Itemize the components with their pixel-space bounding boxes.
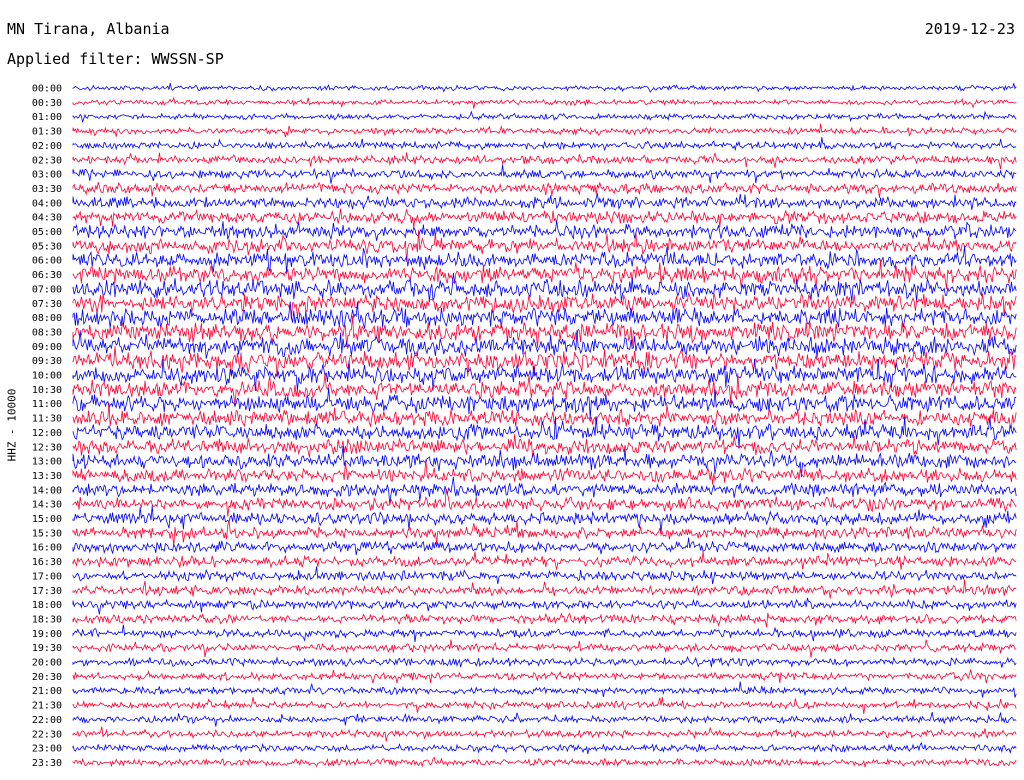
time-label: 23:30 xyxy=(32,758,62,769)
time-label: 23:00 xyxy=(32,744,62,755)
time-label: 17:00 xyxy=(32,571,62,582)
time-label: 18:30 xyxy=(32,614,62,625)
time-label: 01:30 xyxy=(32,127,62,138)
seismic-trace xyxy=(72,488,1017,517)
seismic-trace xyxy=(72,537,1017,556)
helicorder-plot: 00:00 00:30 01:00 01:30 02:00 02:30 03:00 03:30… xyxy=(32,82,1017,769)
seismic-trace xyxy=(72,639,1017,658)
time-label: 18:00 xyxy=(32,600,62,611)
time-label: 20:30 xyxy=(32,672,62,683)
seismic-trace xyxy=(72,697,1017,714)
seismic-trace xyxy=(72,208,1017,228)
seismic-trace xyxy=(72,669,1017,684)
seismic-trace xyxy=(72,123,1017,138)
seismic-trace xyxy=(72,220,1017,241)
seismic-trace xyxy=(72,459,1017,485)
seismic-trace xyxy=(72,82,1017,93)
time-label: 11:30 xyxy=(32,414,62,425)
seismic-trace xyxy=(72,712,1017,727)
time-label: 02:00 xyxy=(32,141,62,152)
time-label: 06:30 xyxy=(32,270,62,281)
time-label: 20:00 xyxy=(32,658,62,669)
seismic-trace xyxy=(72,181,1017,198)
time-label: 21:00 xyxy=(32,686,62,697)
time-label: 05:30 xyxy=(32,241,62,252)
time-label: 00:30 xyxy=(32,98,62,109)
time-label: 15:30 xyxy=(32,528,62,539)
time-label: 13:30 xyxy=(32,471,62,482)
seismic-trace xyxy=(72,346,1017,377)
seismic-trace xyxy=(72,741,1017,754)
seismic-trace xyxy=(72,597,1017,615)
seismic-trace xyxy=(72,756,1017,768)
time-label: 02:30 xyxy=(32,155,62,166)
seismic-trace xyxy=(72,624,1017,643)
time-label: 14:00 xyxy=(32,485,62,496)
time-label: 21:30 xyxy=(32,701,62,712)
time-label: 06:00 xyxy=(32,256,62,267)
seismic-trace xyxy=(72,152,1017,169)
seismic-trace xyxy=(72,110,1017,123)
time-label: 07:00 xyxy=(32,284,62,295)
seismic-trace xyxy=(72,373,1017,406)
time-label: 14:30 xyxy=(32,500,62,511)
seismic-trace xyxy=(72,164,1017,184)
time-label: 10:00 xyxy=(32,371,62,382)
time-label: 04:30 xyxy=(32,213,62,224)
seismic-trace xyxy=(72,137,1017,152)
time-label: 07:30 xyxy=(32,299,62,310)
time-label: 00:00 xyxy=(32,84,62,95)
time-label: 22:30 xyxy=(32,729,62,740)
time-label: 12:00 xyxy=(32,428,62,439)
time-label: 08:30 xyxy=(32,327,62,338)
seismic-trace xyxy=(72,655,1017,668)
time-label: 01:00 xyxy=(32,112,62,123)
seismic-trace xyxy=(72,520,1017,547)
seismic-trace xyxy=(72,551,1017,570)
time-label: 15:00 xyxy=(32,514,62,525)
seismic-trace xyxy=(72,434,1017,458)
seismic-trace xyxy=(72,726,1017,742)
time-label: 16:30 xyxy=(32,557,62,568)
seismic-trace xyxy=(72,272,1017,303)
seismic-trace xyxy=(72,579,1017,599)
time-label: 13:00 xyxy=(32,457,62,468)
seismic-trace xyxy=(72,330,1017,359)
time-label: 11:00 xyxy=(32,399,62,410)
seismic-trace xyxy=(72,96,1017,109)
time-label: 03:30 xyxy=(32,184,62,195)
time-label-layer: 00:00 00:30 01:00 01:30 02:00 02:30 03:00 03:30… xyxy=(32,84,62,769)
time-label: 04:00 xyxy=(32,198,62,209)
time-label: 09:30 xyxy=(32,356,62,367)
time-label: 22:00 xyxy=(32,715,62,726)
time-label: 09:00 xyxy=(32,342,62,353)
seismic-trace xyxy=(72,612,1017,628)
seismic-trace xyxy=(72,566,1017,585)
time-label: 19:00 xyxy=(32,629,62,640)
time-label: 05:00 xyxy=(32,227,62,238)
time-label: 12:30 xyxy=(32,442,62,453)
seismic-trace xyxy=(72,681,1017,698)
time-label: 16:00 xyxy=(32,543,62,554)
time-label: 10:30 xyxy=(32,385,62,396)
time-label: 03:00 xyxy=(32,170,62,181)
seismic-trace xyxy=(72,193,1017,211)
time-label: 17:30 xyxy=(32,586,62,597)
time-label: 19:30 xyxy=(32,643,62,654)
time-label: 08:00 xyxy=(32,313,62,324)
trace-layer xyxy=(72,82,1017,768)
